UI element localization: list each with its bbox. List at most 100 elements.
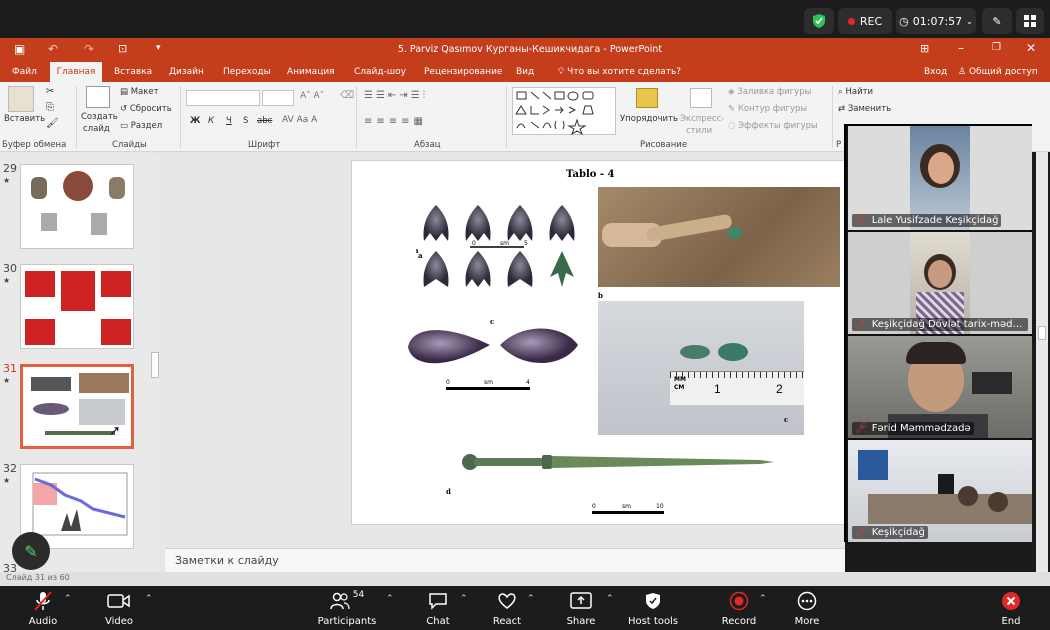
notes-pane[interactable]: Заметки к слайду bbox=[165, 548, 845, 572]
cut-icon[interactable]: ✂ bbox=[46, 86, 54, 97]
section-button[interactable]: ▭ Раздел bbox=[120, 121, 162, 131]
tab-review[interactable]: Рецензирование bbox=[420, 62, 506, 82]
new-slide-button[interactable]: Создать bbox=[81, 112, 118, 122]
label-c2: c bbox=[784, 415, 789, 424]
tab-insert[interactable]: Вставка bbox=[110, 62, 156, 82]
sign-in-link[interactable]: Вход bbox=[920, 62, 951, 82]
shape-effects-button[interactable]: ◌ Эффекты фигуры bbox=[728, 121, 818, 131]
grid-view-icon[interactable] bbox=[1016, 8, 1044, 34]
tab-home[interactable]: Главная bbox=[50, 62, 102, 82]
video-button[interactable]: Video bbox=[84, 590, 154, 627]
encryption-shield-icon[interactable] bbox=[804, 8, 834, 34]
redo-icon[interactable]: ↷ bbox=[84, 42, 94, 56]
font-size-select[interactable] bbox=[262, 90, 294, 106]
italic-button[interactable]: К bbox=[208, 116, 214, 126]
group-paragraph-label: Абзац bbox=[414, 140, 441, 150]
react-options-caret[interactable]: ⌃ bbox=[527, 594, 535, 604]
photo-red-4 bbox=[25, 319, 55, 345]
tab-transitions[interactable]: Переходы bbox=[219, 62, 275, 82]
save-icon[interactable]: ▣ bbox=[14, 42, 25, 56]
thumbs-scrollbar[interactable] bbox=[150, 154, 160, 572]
shape-fill-button[interactable]: ◈ Заливка фигуры bbox=[728, 87, 811, 97]
tab-view[interactable]: Вид bbox=[512, 62, 538, 82]
undo-icon[interactable]: ↶ bbox=[48, 42, 58, 56]
tab-design[interactable]: Дизайн bbox=[165, 62, 208, 82]
slide-scrollbar[interactable] bbox=[1036, 152, 1048, 572]
present-icon[interactable]: ⊡ bbox=[118, 42, 127, 55]
vessel-image-5 bbox=[91, 213, 107, 235]
scale-d-ten: 10 bbox=[656, 503, 664, 510]
annotation-pen-icon[interactable]: ✎ bbox=[12, 532, 50, 570]
shadow-button[interactable]: S bbox=[243, 116, 248, 126]
tab-slideshow[interactable]: Слайд-шоу bbox=[350, 62, 410, 82]
strikethrough-button[interactable]: abc bbox=[257, 116, 272, 126]
replace-button[interactable]: ⇄ Заменить bbox=[838, 104, 891, 114]
more-button[interactable]: More bbox=[772, 590, 842, 627]
paste-button[interactable]: Вставить bbox=[4, 114, 45, 124]
participant-name: 🎤︎ Fərid Məmmədzadə bbox=[852, 422, 974, 435]
quick-styles-icon[interactable] bbox=[690, 88, 712, 108]
slide-scroll-thumb[interactable] bbox=[1038, 326, 1046, 340]
scroll-thumb[interactable] bbox=[151, 352, 159, 378]
participants-button[interactable]: 54 Participants bbox=[312, 590, 382, 627]
video-tile-keshikchidag-museum[interactable]: 🎤︎Keşikçidağ Dövlət tarix-mədəniyyət qor… bbox=[848, 232, 1032, 334]
star-icon: ★ bbox=[3, 276, 11, 285]
paste-icon[interactable] bbox=[8, 86, 34, 112]
maximize-icon[interactable]: ❐ bbox=[992, 42, 1001, 53]
ruler-ticks bbox=[670, 372, 804, 378]
arrange-button[interactable]: Упорядочить bbox=[620, 114, 678, 124]
tab-animation[interactable]: Анимация bbox=[283, 62, 339, 82]
share-options-caret[interactable]: ⌃ bbox=[606, 594, 614, 604]
slide-thumb-31-selected[interactable]: ➚ bbox=[20, 364, 134, 449]
shape-outline-button[interactable]: ✎ Контур фигуры bbox=[728, 104, 807, 114]
share-button[interactable]: ♙ Общий доступ bbox=[954, 62, 1042, 82]
slide-thumbnails-pane[interactable]: 29 ★ 30 ★ 31 ★ ➚ 32 ★ 33 bbox=[0, 152, 160, 575]
video-tile-keshikchidag-room[interactable]: 🎤︎ Keşikçidağ bbox=[848, 440, 1032, 542]
participant-name: 🎤︎Keşikçidağ Dövlət tarix-mədəniyyət qor… bbox=[852, 318, 1028, 331]
slide-thumb-29[interactable] bbox=[20, 164, 134, 249]
participants-options-caret[interactable]: ⌃ bbox=[386, 594, 394, 604]
align-left-icon[interactable]: ≡≡≡≡▦ bbox=[364, 116, 427, 127]
end-button[interactable]: End bbox=[976, 590, 1046, 627]
recording-indicator[interactable]: REC bbox=[838, 8, 892, 34]
copy-icon[interactable]: ⎘ bbox=[46, 102, 54, 113]
flints-mini bbox=[33, 403, 69, 415]
mouse-cursor-icon: ➚ bbox=[109, 423, 121, 439]
annotate-pen-icon[interactable]: ✎ bbox=[982, 8, 1012, 34]
char-spacing-icon[interactable]: AV Aa A bbox=[282, 115, 317, 125]
audio-options-caret[interactable]: ⌃ bbox=[64, 594, 72, 604]
video-tile-lale[interactable]: 🎤︎ Lale Yusifzade Keşikçidağ bbox=[848, 126, 1032, 230]
quick-styles-button[interactable]: Экспресс- bbox=[680, 114, 724, 124]
current-slide[interactable]: Tablo - 4 a a 0 sm 5 b c 0 sm 4 MM CM 1 … bbox=[351, 160, 845, 525]
underline-button[interactable]: Ч bbox=[226, 116, 232, 126]
host-tools-button[interactable]: Host tools bbox=[618, 590, 688, 627]
find-button[interactable]: ⌕ Найти bbox=[838, 87, 873, 97]
record-options-caret[interactable]: ⌃ bbox=[759, 594, 767, 604]
shapes-gallery[interactable] bbox=[512, 87, 616, 136]
layout-button[interactable]: ▤ Макет bbox=[120, 87, 159, 97]
tell-me-search[interactable]: 💡︎ Что вы хотите сделать? bbox=[554, 62, 685, 82]
scale-d-zero: 0 bbox=[592, 503, 596, 510]
format-painter-icon[interactable]: 🖌︎ bbox=[46, 118, 59, 129]
minimize-icon[interactable]: – bbox=[958, 41, 964, 55]
bold-button[interactable]: Ж bbox=[190, 116, 200, 126]
video-options-caret[interactable]: ⌃ bbox=[145, 594, 153, 604]
arrange-icon[interactable] bbox=[636, 88, 658, 108]
slide-thumb-30[interactable] bbox=[20, 264, 134, 349]
meeting-timer[interactable]: ◷ 01:07:57 ⌄ bbox=[896, 8, 976, 34]
grow-font-icon[interactable]: A˄ A˅ bbox=[300, 91, 324, 101]
ppt-title-bar: ▣ ↶ ↷ ⊡ ▾ 5. Parviz Qasımov Курганы-Кеши… bbox=[0, 38, 1050, 62]
list-bullets-icon[interactable]: ☰☰⇤⇥☰⫶ bbox=[364, 90, 428, 101]
tab-file[interactable]: Файл bbox=[8, 62, 41, 82]
video-tile-farid[interactable]: 🎤︎ Fərid Məmmədzadə bbox=[848, 336, 1032, 438]
dagger-mini bbox=[45, 431, 115, 435]
chat-options-caret[interactable]: ⌃ bbox=[460, 594, 468, 604]
zoom-top-bar: REC ◷ 01:07:57 ⌄ ✎ bbox=[0, 0, 1050, 38]
close-icon[interactable]: ✕ bbox=[1026, 41, 1036, 55]
customize-toolbar-icon[interactable]: ▾ bbox=[156, 43, 161, 53]
clear-format-icon[interactable]: ⌫ bbox=[340, 90, 354, 101]
reset-button[interactable]: ↺ Сбросить bbox=[120, 104, 172, 114]
font-family-select[interactable] bbox=[186, 90, 260, 106]
ribbon-display-icon[interactable]: ⊞ bbox=[920, 42, 929, 55]
new-slide-icon[interactable] bbox=[86, 86, 110, 108]
